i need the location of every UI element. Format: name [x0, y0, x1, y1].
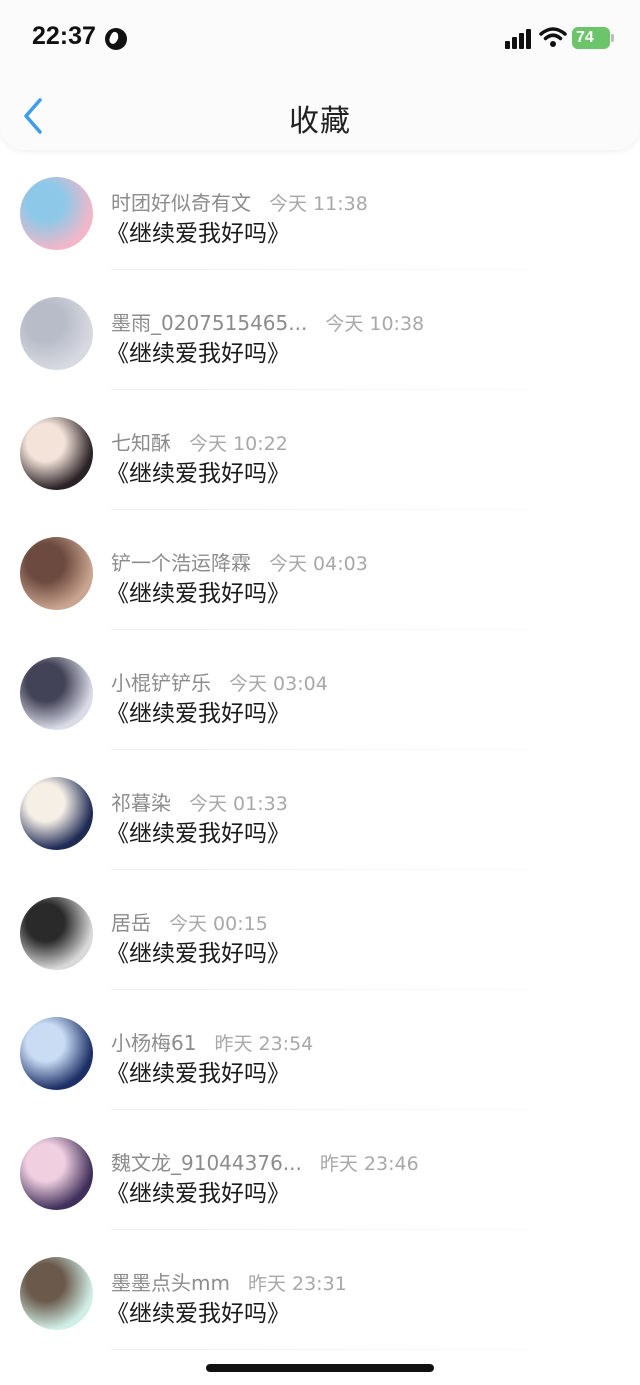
top-header: 22:37 74 收藏 — [0, 0, 640, 150]
favorite-item[interactable]: 墨雨_0207515465... 今天 10:38 《继续爱我好吗》 — [0, 270, 640, 390]
favorite-item[interactable]: 小杨梅61 昨天 23:54 《继续爱我好吗》 — [0, 990, 640, 1110]
avatar[interactable] — [20, 537, 93, 610]
favorite-message: 《继续爱我好吗》 — [106, 1061, 290, 1087]
sender-name: 小棍铲铲乐 — [111, 671, 211, 695]
timestamp: 今天 00:15 — [169, 913, 268, 935]
timestamp: 今天 03:04 — [229, 673, 328, 695]
timestamp: 今天 01:33 — [189, 793, 288, 815]
status-time: 22:37 — [32, 22, 96, 50]
sender-meta: 居岳 今天 00:15 — [111, 907, 268, 936]
sender-name: 小杨梅61 — [111, 1031, 197, 1055]
favorite-item[interactable]: 时团好似奇有文 今天 11:38 《继续爱我好吗》 — [0, 150, 640, 270]
favorite-message: 《继续爱我好吗》 — [106, 701, 290, 727]
battery-icon: 74 — [572, 27, 614, 49]
sender-meta: 小棍铲铲乐 今天 03:04 — [111, 667, 328, 696]
favorite-item[interactable]: 小棍铲铲乐 今天 03:04 《继续爱我好吗》 — [0, 630, 640, 750]
timestamp: 今天 10:38 — [325, 313, 425, 335]
home-indicator — [206, 1364, 434, 1372]
divider — [111, 1349, 530, 1350]
timestamp: 今天 10:22 — [189, 433, 288, 455]
avatar[interactable] — [20, 657, 93, 730]
timestamp: 昨天 23:54 — [214, 1033, 314, 1055]
sender-name: 时团好似奇有文 — [111, 191, 251, 215]
timestamp: 昨天 23:31 — [247, 1273, 347, 1295]
timestamp: 今天 11:38 — [269, 193, 368, 215]
status-bar: 22:37 74 — [0, 0, 640, 78]
sender-meta: 时团好似奇有文 今天 11:38 — [111, 187, 368, 216]
page-title: 收藏 — [289, 104, 351, 139]
favorite-item[interactable]: 祁暮染 今天 01:33 《继续爱我好吗》 — [0, 750, 640, 870]
favorite-message: 《继续爱我好吗》 — [106, 941, 290, 967]
favorite-message: 《继续爱我好吗》 — [106, 341, 290, 367]
battery-level: 74 — [576, 29, 594, 46]
favorite-item[interactable]: 七知酥 今天 10:22 《继续爱我好吗》 — [0, 390, 640, 510]
sender-name: 墨雨_0207515465... — [111, 311, 308, 335]
favorite-item[interactable]: 墨墨点头mm 昨天 23:31 《继续爱我好吗》 — [0, 1230, 640, 1350]
avatar[interactable] — [20, 1257, 93, 1330]
avatar[interactable] — [20, 897, 93, 970]
sender-meta: 墨墨点头mm 昨天 23:31 — [111, 1267, 347, 1296]
cellular-signal-icon — [505, 29, 533, 49]
sender-meta: 祁暮染 今天 01:33 — [111, 787, 288, 816]
sender-name: 魏文龙_91044376... — [111, 1151, 302, 1175]
sender-meta: 七知酥 今天 10:22 — [111, 427, 288, 456]
favorite-item[interactable]: 居岳 今天 00:15 《继续爱我好吗》 — [0, 870, 640, 990]
favorite-message: 《继续爱我好吗》 — [106, 581, 290, 607]
sender-name: 祁暮染 — [111, 791, 171, 815]
favorite-message: 《继续爱我好吗》 — [106, 461, 290, 487]
avatar[interactable] — [20, 417, 93, 490]
sender-name: 七知酥 — [111, 431, 171, 455]
favorite-message: 《继续爱我好吗》 — [106, 821, 290, 847]
avatar[interactable] — [20, 1017, 93, 1090]
favorites-list: 时团好似奇有文 今天 11:38 《继续爱我好吗》 墨雨_0207515465... 今… — [0, 150, 640, 1350]
sender-meta: 小杨梅61 昨天 23:54 — [111, 1027, 313, 1056]
favorite-message: 《继续爱我好吗》 — [106, 1181, 290, 1207]
sender-meta: 魏文龙_91044376... 昨天 23:46 — [111, 1147, 419, 1176]
timestamp: 昨天 23:46 — [319, 1153, 419, 1175]
avatar[interactable] — [20, 777, 93, 850]
favorite-item[interactable]: 魏文龙_91044376... 昨天 23:46 《继续爱我好吗》 — [0, 1110, 640, 1230]
favorite-item[interactable]: 铲一个浩运降霖 今天 04:03 《继续爱我好吗》 — [0, 510, 640, 630]
globe-icon — [105, 28, 127, 50]
avatar[interactable] — [20, 297, 93, 370]
wifi-icon — [539, 27, 567, 47]
sender-name: 铲一个浩运降霖 — [111, 551, 251, 575]
sender-name: 墨墨点头mm — [111, 1271, 230, 1295]
sender-name: 居岳 — [111, 911, 151, 935]
sender-meta: 铲一个浩运降霖 今天 04:03 — [111, 547, 368, 576]
sender-meta: 墨雨_0207515465... 今天 10:38 — [111, 307, 424, 336]
favorite-message: 《继续爱我好吗》 — [106, 1301, 290, 1327]
timestamp: 今天 04:03 — [269, 553, 368, 575]
avatar[interactable] — [20, 177, 93, 250]
favorite-message: 《继续爱我好吗》 — [106, 221, 290, 247]
avatar[interactable] — [20, 1137, 93, 1210]
